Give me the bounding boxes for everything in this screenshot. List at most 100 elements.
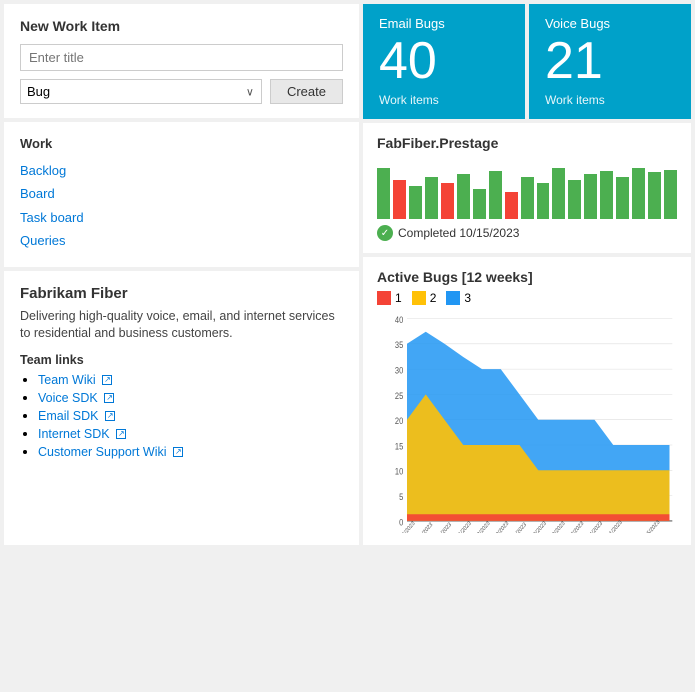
email-bugs-sub: Work items bbox=[379, 93, 509, 107]
work-title: Work bbox=[20, 136, 343, 151]
svg-text:8/9/2023: 8/9/2023 bbox=[435, 522, 453, 533]
fabfiber-panel: FabFiber.Prestage ✓ Completed 10/15/2023 bbox=[363, 123, 691, 253]
fabrikam-description: Delivering high-quality voice, email, an… bbox=[20, 308, 343, 343]
type-select[interactable]: Bug Task User Story Epic Feature bbox=[20, 79, 262, 104]
work-panel: Work Backlog Board Task board Queries bbox=[4, 122, 359, 267]
email-sdk-link[interactable]: Email SDK bbox=[38, 409, 115, 423]
list-item: Voice SDK bbox=[38, 390, 343, 405]
bar bbox=[521, 177, 534, 219]
create-button[interactable]: Create bbox=[270, 79, 343, 104]
svg-text:9/27/2023: 9/27/2023 bbox=[565, 520, 585, 533]
voice-bugs-sub: Work items bbox=[545, 93, 675, 107]
svg-text:0: 0 bbox=[399, 518, 404, 528]
queries-link[interactable]: Queries bbox=[20, 229, 343, 252]
bar bbox=[393, 180, 406, 219]
legend-item-1: 1 bbox=[377, 291, 402, 305]
svg-text:8/23/2023: 8/23/2023 bbox=[471, 520, 491, 533]
list-item: Internet SDK bbox=[38, 426, 343, 441]
external-link-icon bbox=[116, 429, 126, 439]
fabrikam-title: Fabrikam Fiber bbox=[20, 285, 343, 302]
svg-text:30: 30 bbox=[395, 366, 404, 376]
list-item: Customer Support Wiki bbox=[38, 444, 343, 459]
fabfiber-bar-chart bbox=[377, 159, 677, 219]
bar bbox=[377, 168, 390, 219]
bar bbox=[600, 171, 613, 219]
email-bugs-title: Email Bugs bbox=[379, 16, 509, 31]
legend-color-1 bbox=[377, 291, 391, 305]
bar bbox=[632, 168, 645, 219]
bar bbox=[473, 189, 486, 219]
legend-color-3 bbox=[446, 291, 460, 305]
svg-text:10: 10 bbox=[395, 467, 404, 477]
fabrikam-panel: Fabrikam Fiber Delivering high-quality v… bbox=[4, 271, 359, 545]
bar bbox=[505, 192, 518, 219]
legend-row: 1 2 3 bbox=[377, 291, 677, 305]
bar bbox=[648, 172, 661, 219]
bar bbox=[537, 183, 550, 219]
team-wiki-link[interactable]: Team Wiki bbox=[38, 373, 112, 387]
title-input[interactable] bbox=[20, 44, 343, 71]
svg-text:40: 40 bbox=[395, 315, 404, 325]
backlog-link[interactable]: Backlog bbox=[20, 159, 343, 182]
team-links-list: Team Wiki Voice SDK Email SDK Internet S… bbox=[20, 372, 343, 459]
bar bbox=[457, 174, 470, 219]
voice-bugs-title: Voice Bugs bbox=[545, 16, 675, 31]
voice-sdk-link[interactable]: Voice SDK bbox=[38, 391, 114, 405]
completed-row: ✓ Completed 10/15/2023 bbox=[377, 225, 677, 241]
bar bbox=[441, 183, 454, 219]
list-item: Team Wiki bbox=[38, 372, 343, 387]
svg-text:35: 35 bbox=[395, 341, 404, 351]
new-work-item-title: New Work Item bbox=[20, 18, 343, 34]
svg-text:8/16/2023: 8/16/2023 bbox=[453, 520, 473, 533]
legend-item-3: 3 bbox=[446, 291, 471, 305]
email-bugs-tile: Email Bugs 40 Work items bbox=[363, 4, 525, 119]
svg-text:10/4/2023: 10/4/2023 bbox=[584, 520, 604, 533]
svg-text:10/11/2023: 10/11/2023 bbox=[602, 519, 624, 533]
bar bbox=[552, 168, 565, 219]
fabfiber-title: FabFiber.Prestage bbox=[377, 135, 677, 151]
type-select-wrapper: Bug Task User Story Epic Feature bbox=[20, 79, 262, 104]
bar bbox=[616, 177, 629, 219]
bar bbox=[409, 186, 422, 219]
taskboard-link[interactable]: Task board bbox=[20, 206, 343, 229]
tiles-row: Email Bugs 40 Work items Voice Bugs 21 W… bbox=[363, 4, 691, 119]
email-bugs-count: 40 bbox=[379, 35, 509, 87]
svg-text:15: 15 bbox=[395, 442, 404, 452]
legend-label-3: 3 bbox=[464, 291, 471, 305]
legend-item-2: 2 bbox=[412, 291, 437, 305]
active-bugs-chart: 40 35 30 25 20 15 10 5 0 7/26 bbox=[377, 313, 677, 533]
external-link-icon bbox=[173, 447, 183, 457]
customer-support-wiki-link[interactable]: Customer Support Wiki bbox=[38, 445, 183, 459]
bar bbox=[584, 174, 597, 219]
bar bbox=[489, 171, 502, 219]
svg-text:20: 20 bbox=[395, 417, 404, 427]
svg-text:9/6/2023: 9/6/2023 bbox=[510, 522, 528, 533]
completed-text: Completed 10/15/2023 bbox=[398, 226, 519, 240]
legend-label-1: 1 bbox=[395, 291, 402, 305]
svg-text:5: 5 bbox=[399, 492, 404, 502]
svg-text:9/20/2023: 9/20/2023 bbox=[546, 520, 566, 533]
legend-color-2 bbox=[412, 291, 426, 305]
external-link-icon bbox=[102, 375, 112, 385]
voice-bugs-count: 21 bbox=[545, 35, 675, 87]
bugs-svg: 40 35 30 25 20 15 10 5 0 7/26 bbox=[377, 313, 677, 533]
svg-text:9/13/2023: 9/13/2023 bbox=[528, 520, 548, 533]
svg-text:8/2/2023: 8/2/2023 bbox=[416, 522, 434, 533]
external-link-icon bbox=[104, 393, 114, 403]
active-bugs-panel: Active Bugs [12 weeks] 1 2 3 bbox=[363, 257, 691, 545]
new-work-item-panel: New Work Item Bug Task User Story Epic F… bbox=[4, 4, 359, 118]
active-bugs-title: Active Bugs [12 weeks] bbox=[377, 269, 677, 285]
list-item: Email SDK bbox=[38, 408, 343, 423]
board-link[interactable]: Board bbox=[20, 182, 343, 205]
voice-bugs-tile: Voice Bugs 21 Work items bbox=[529, 4, 691, 119]
external-link-icon bbox=[105, 411, 115, 421]
bar bbox=[568, 180, 581, 219]
bar bbox=[664, 170, 677, 219]
svg-text:25: 25 bbox=[395, 391, 404, 401]
legend-label-2: 2 bbox=[430, 291, 437, 305]
check-icon: ✓ bbox=[377, 225, 393, 241]
internet-sdk-link[interactable]: Internet SDK bbox=[38, 427, 126, 441]
team-links-label: Team links bbox=[20, 353, 343, 367]
bar bbox=[425, 177, 438, 219]
svg-text:8/30/2023: 8/30/2023 bbox=[490, 520, 510, 533]
